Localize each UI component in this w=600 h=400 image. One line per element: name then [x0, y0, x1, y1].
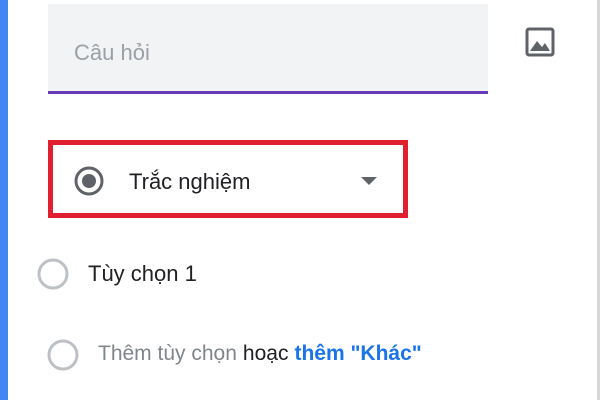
- radio-button-unchecked-icon: [37, 258, 69, 290]
- question-card: Trắc nghiệm Tùy chọn 1 Thêm tùy chọnhoạc…: [0, 0, 600, 400]
- arrow-drop-down-icon: [361, 177, 377, 185]
- image-icon: [525, 27, 555, 57]
- radio-button-unchecked-icon: [47, 339, 79, 371]
- question-field[interactable]: [48, 4, 488, 94]
- add-option-button[interactable]: Thêm tùy chọn: [98, 342, 237, 365]
- radio-button-checked-icon: [74, 166, 104, 196]
- add-option-text: Thêm tùy chọn hoạc thêm "Khác": [98, 342, 422, 366]
- add-option-row: Thêm tùy chọn hoạc thêm "Khác": [46, 336, 526, 372]
- option-label[interactable]: Tùy chọn 1: [88, 261, 197, 287]
- question-type-label: Trắc nghiệm: [129, 169, 251, 194]
- or-text: hoạc: [242, 342, 289, 365]
- question-input[interactable]: [72, 32, 456, 74]
- question-type-dropdown[interactable]: Trắc nghiệm: [48, 140, 408, 218]
- add-image-button[interactable]: [524, 26, 556, 58]
- option-row[interactable]: Tùy chọn 1: [36, 255, 436, 291]
- add-other-button[interactable]: thêm "Khác": [294, 342, 421, 365]
- card-accent-bar: [0, 0, 8, 400]
